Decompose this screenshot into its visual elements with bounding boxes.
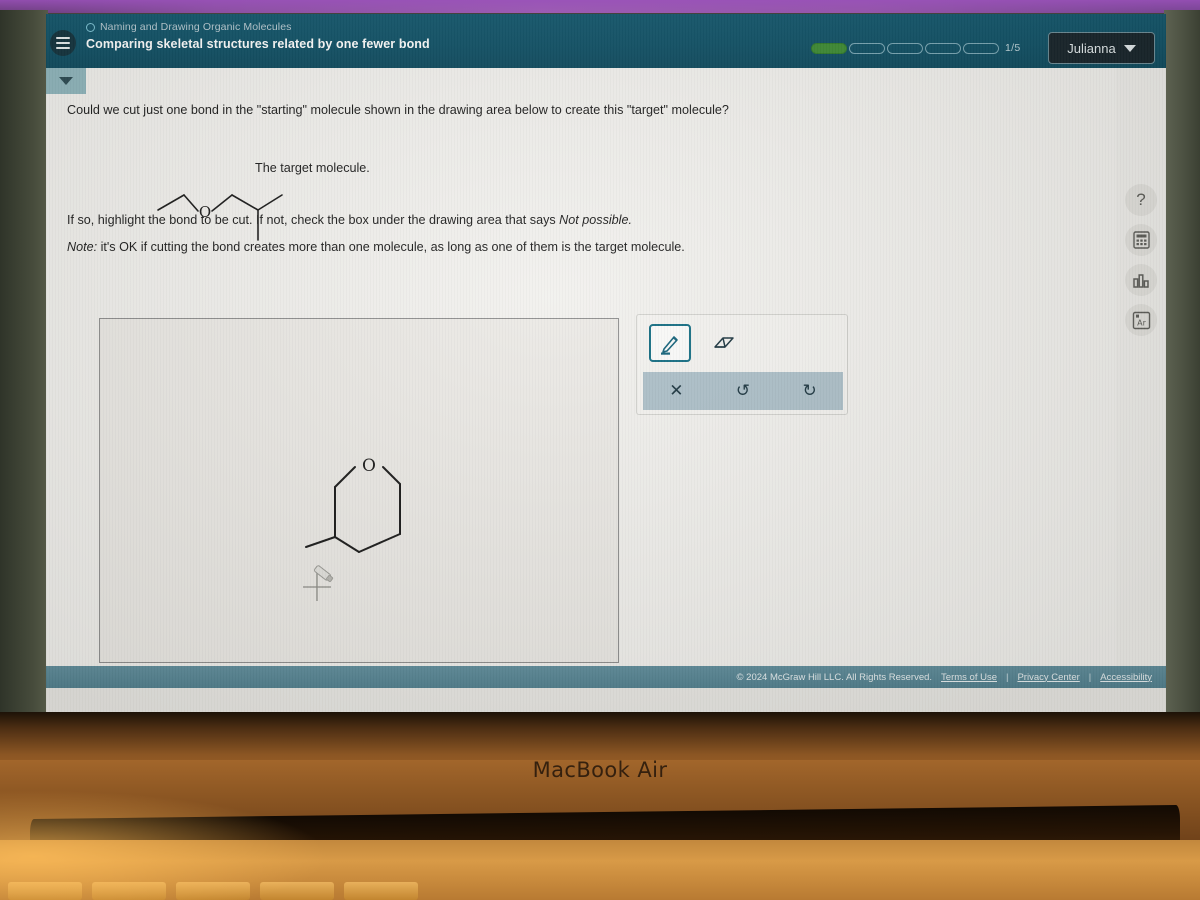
chevron-down-icon — [1123, 44, 1136, 52]
progress-pip — [849, 42, 885, 54]
breadcrumb-label: Naming and Drawing Organic Molecules — [100, 21, 292, 33]
module-dot-icon — [86, 22, 95, 32]
progress-pip — [887, 42, 923, 54]
highlighter-icon — [661, 336, 678, 355]
progress-pip — [811, 42, 847, 54]
clear-canvas-button[interactable]: ✕ — [643, 381, 710, 401]
chart-button[interactable] — [1125, 264, 1157, 296]
terms-of-use-link[interactable]: Terms of Use — [941, 672, 997, 683]
note-line: Note: it's OK if cutting the bond create… — [67, 240, 685, 254]
app-header: Naming and Drawing Organic Molecules Com… — [46, 14, 1166, 68]
keyboard-key — [344, 882, 418, 900]
progress-label: 1/5 — [1005, 42, 1021, 54]
periodic-table-icon: Ar — [1132, 311, 1150, 329]
photo-scene: Naming and Drawing Organic Molecules Com… — [0, 0, 1200, 900]
page-title: Comparing skeletal structures related by… — [86, 37, 430, 51]
lamp-glow — [0, 790, 330, 900]
help-button[interactable]: ? — [1125, 184, 1157, 216]
instruction-emphasis: Not possible. — [559, 213, 632, 227]
divider: | — [1006, 671, 1009, 683]
redo-button[interactable]: ↻ — [776, 381, 843, 401]
breadcrumb: Naming and Drawing Organic Molecules — [86, 21, 430, 33]
eraser-icon — [714, 337, 734, 348]
starting-molecule-structure: O — [303, 456, 401, 601]
instruction-line: If so, highlight the bond to be cut. If … — [67, 213, 632, 227]
progress-pips — [811, 42, 999, 54]
footer: © 2024 McGraw Hill LLC. All Rights Reser… — [46, 666, 1166, 688]
drawing-toolbar: ✕ ↺ ↻ — [636, 314, 848, 415]
hamburger-icon[interactable] — [50, 30, 76, 56]
molecule-drawing-canvas[interactable]: O — [99, 318, 619, 663]
privacy-center-link[interactable]: Privacy Center — [1017, 672, 1079, 683]
toolbar-tools-row — [637, 315, 849, 370]
laptop-screen: Naming and Drawing Organic Molecules Com… — [46, 14, 1166, 722]
user-menu-button[interactable]: Julianna — [1048, 32, 1155, 64]
note-label: Note: — [67, 240, 98, 254]
user-name-label: Julianna — [1067, 40, 1116, 56]
element-symbol: Ar — [1137, 318, 1146, 327]
calculator-icon — [1132, 231, 1150, 249]
progress-pip — [925, 42, 961, 54]
divider: | — [1088, 671, 1092, 683]
eraser-tool-button[interactable] — [703, 324, 745, 362]
accessibility-link[interactable]: Accessibility — [1100, 672, 1152, 683]
bar-chart-icon — [1133, 273, 1149, 288]
screen-bezel-right — [1164, 10, 1200, 725]
starting-oxygen-label: O — [362, 456, 376, 476]
note-text: it's OK if cutting the bond creates more… — [97, 240, 685, 254]
question-prompt: Could we cut just one bond in the "start… — [67, 103, 729, 117]
tools-sidebar: ? Ar — [1116, 68, 1166, 666]
header-titles: Naming and Drawing Organic Molecules Com… — [86, 21, 430, 51]
question-content: Could we cut just one bond in the "start… — [46, 68, 1116, 709]
progress-pip — [963, 42, 999, 54]
highlighter-tool-button[interactable] — [649, 324, 691, 362]
device-label: MacBook Air — [532, 758, 668, 782]
calculator-button[interactable] — [1125, 224, 1157, 256]
progress-indicator: 1/5 — [811, 42, 1021, 54]
periodic-table-button[interactable]: Ar — [1125, 304, 1157, 336]
toolbar-actions-row: ✕ ↺ ↻ — [643, 372, 843, 410]
screen-bezel-left — [0, 10, 48, 720]
copyright-text: © 2024 McGraw Hill LLC. All Rights Reser… — [736, 671, 933, 683]
undo-button[interactable]: ↺ — [710, 381, 777, 401]
instruction-text: If so, highlight the bond to be cut. If … — [67, 213, 560, 227]
target-molecule-caption: The target molecule. — [255, 161, 370, 175]
